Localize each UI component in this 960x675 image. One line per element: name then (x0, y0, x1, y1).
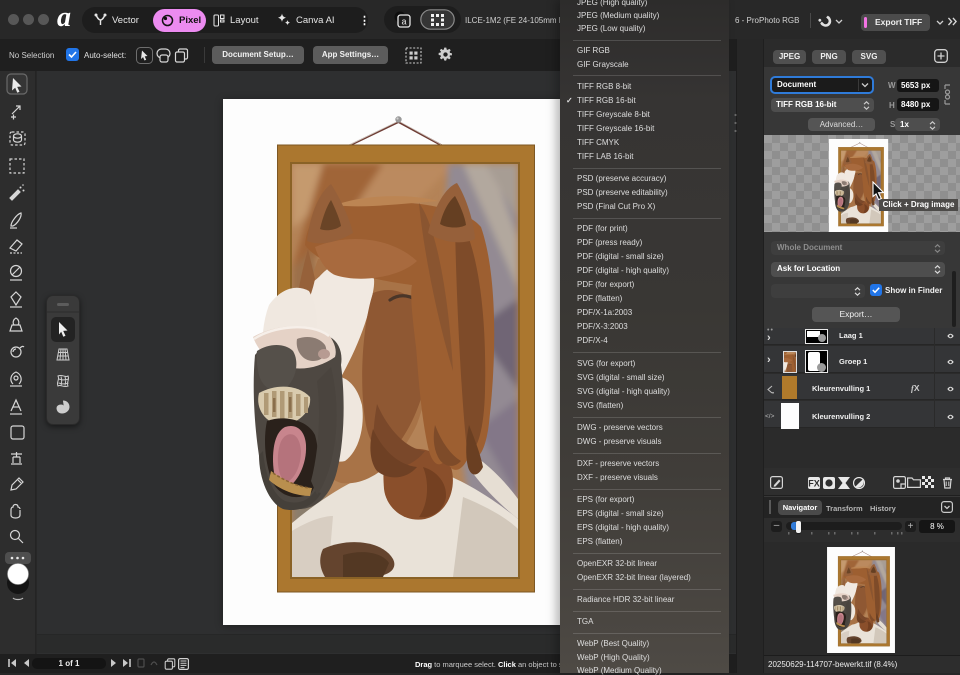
svg-text:a: a (401, 17, 406, 27)
svg-text:FX: FX (808, 479, 820, 489)
